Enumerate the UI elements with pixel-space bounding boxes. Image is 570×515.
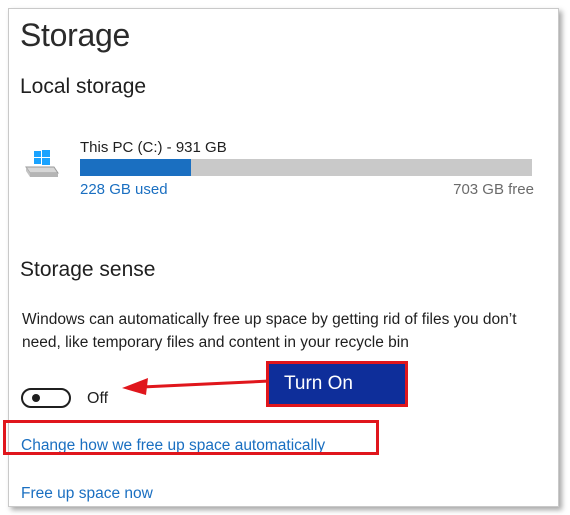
link-highlight-box (3, 420, 379, 455)
page-title: Storage (20, 17, 130, 53)
drive-usage-bar[interactable] (80, 159, 532, 176)
local-storage-heading: Local storage (20, 75, 147, 98)
drive-icon-graphic (25, 150, 59, 177)
toggle-state-label: Off (87, 390, 109, 407)
storage-sense-heading: Storage sense (20, 258, 156, 281)
annotation-arrow (122, 378, 270, 395)
drive-used-label[interactable]: 228 GB used (80, 181, 168, 198)
drive-name-label[interactable]: This PC (C:) - 931 GB (80, 139, 227, 156)
drive-usage-fill (80, 159, 191, 176)
storage-sense-toggle[interactable] (21, 388, 71, 408)
drive-free-label: 703 GB free (453, 181, 534, 198)
turn-on-callout: Turn On (266, 361, 408, 407)
screenshot-page: Storage Local storage This PC (C:) - 931… (0, 0, 570, 515)
free-up-space-now-link[interactable]: Free up space now (21, 485, 153, 503)
windows-drive-icon (24, 149, 60, 179)
turn-on-callout-label: Turn On (284, 373, 353, 394)
toggle-knob (32, 394, 40, 402)
storage-sense-description: Windows can automatically free up space … (22, 311, 517, 351)
